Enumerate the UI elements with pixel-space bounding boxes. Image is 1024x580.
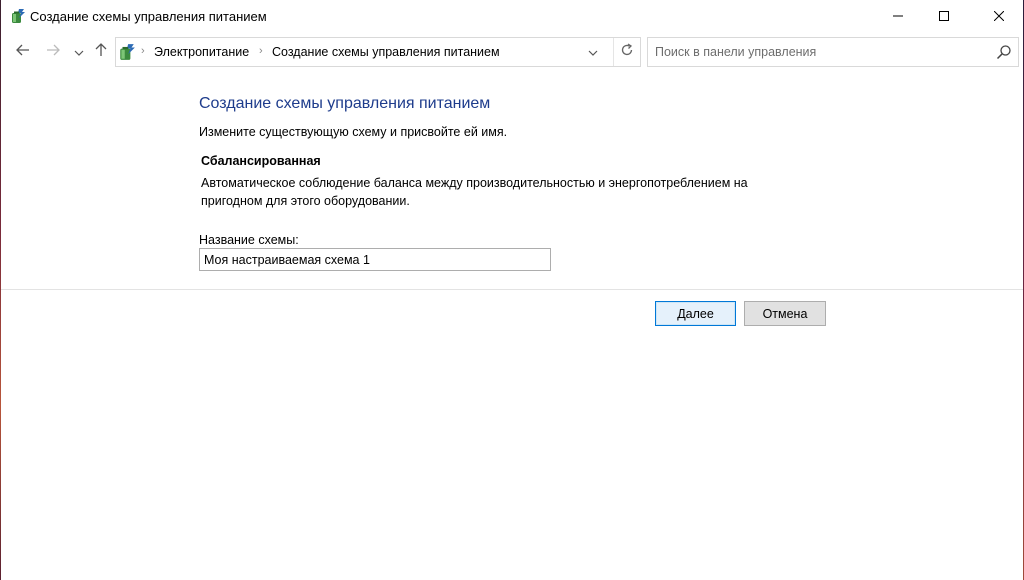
address-bar[interactable]: › Электропитание › Создание схемы управл…: [115, 37, 641, 67]
title-bar[interactable]: Создание схемы управления питанием: [1, 0, 1023, 32]
plan-name-label: Название схемы:: [199, 233, 299, 247]
breadcrumb-power-options[interactable]: Электропитание: [154, 45, 249, 59]
refresh-button[interactable]: [613, 38, 639, 66]
search-icon[interactable]: [996, 44, 1012, 60]
power-options-icon: [10, 8, 26, 24]
search-placeholder: Поиск в панели управления: [655, 45, 817, 59]
minimize-button[interactable]: [875, 0, 921, 32]
back-button[interactable]: [12, 40, 34, 64]
chevron-right-icon[interactable]: ›: [141, 45, 145, 57]
close-icon: [994, 11, 1004, 21]
up-arrow-icon: [95, 42, 107, 62]
main-content: Создание схемы управления питанием Измен…: [1, 72, 1023, 580]
chevron-down-icon: [588, 43, 598, 61]
window-title: Создание схемы управления питанием: [30, 9, 267, 24]
divider: [1, 289, 1023, 290]
chevron-right-icon[interactable]: ›: [259, 45, 263, 57]
navigation-bar: › Электропитание › Создание схемы управл…: [1, 32, 1023, 72]
close-button[interactable]: [976, 0, 1022, 32]
power-options-icon: [118, 43, 136, 61]
maximize-icon: [939, 11, 949, 21]
chevron-down-icon: [74, 43, 84, 61]
base-scheme-description: Автоматическое соблюдение баланса между …: [201, 176, 748, 208]
forward-button[interactable]: [42, 40, 64, 64]
address-dropdown-button[interactable]: [580, 38, 606, 66]
recent-locations-button[interactable]: [68, 40, 90, 64]
search-box[interactable]: Поиск в панели управления: [647, 37, 1019, 67]
base-scheme-name: Сбалансированная: [201, 154, 321, 168]
breadcrumb-create-plan[interactable]: Создание схемы управления питанием: [272, 45, 500, 59]
plan-name-input[interactable]: [199, 248, 551, 271]
page-title: Создание схемы управления питанием: [199, 95, 491, 112]
up-button[interactable]: [90, 40, 112, 64]
intro-text: Измените существующую схему и присвойте …: [199, 125, 508, 139]
back-arrow-icon: [16, 43, 30, 61]
next-button[interactable]: Далее: [655, 301, 736, 326]
forward-arrow-icon: [46, 43, 60, 61]
maximize-button[interactable]: [921, 0, 967, 32]
cancel-button[interactable]: Отмена: [744, 301, 826, 326]
refresh-icon: [620, 42, 634, 62]
minimize-icon: [893, 11, 903, 21]
